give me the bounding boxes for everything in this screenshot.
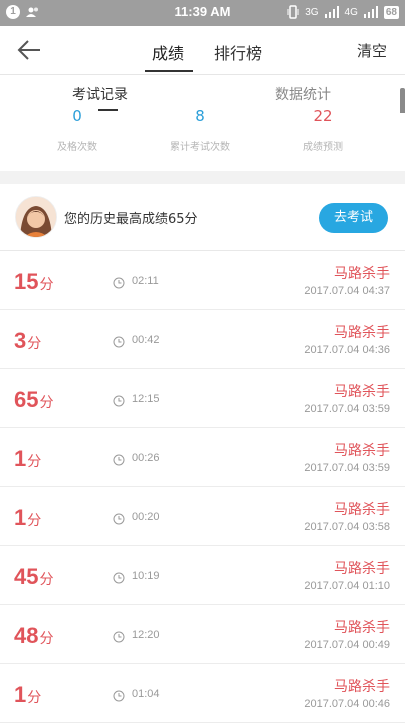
tab-exam-records[interactable]: 考试记录 <box>72 84 128 104</box>
tab-leaderboard[interactable]: 排行榜 <box>214 40 262 64</box>
clock-icon <box>113 274 125 289</box>
record-score: 1分 <box>14 446 42 471</box>
record-row[interactable]: 1分 01:04 马路杀手 2017.07.04 00:46 <box>0 664 405 723</box>
tab-data-stats[interactable]: 数据统计 <box>275 84 331 104</box>
record-duration: 02:11 <box>132 275 159 287</box>
clock-icon <box>113 628 125 643</box>
record-score: 1分 <box>14 682 42 707</box>
record-row[interactable]: 48分 12:20 马路杀手 2017.07.04 00:49 <box>0 605 405 664</box>
record-duration: 00:26 <box>132 452 160 464</box>
record-score: 65分 <box>14 387 54 412</box>
record-duration: 12:20 <box>132 629 160 641</box>
record-duration: 00:20 <box>132 511 160 523</box>
clock-icon <box>113 451 125 466</box>
record-row[interactable]: 15分 02:11 马路杀手 2017.07.04 04:37 <box>0 251 405 310</box>
record-score: 3分 <box>14 328 42 353</box>
avatar <box>15 196 57 238</box>
record-row[interactable]: 3分 00:42 马路杀手 2017.07.04 04:36 <box>0 310 405 369</box>
record-title: 马路杀手 <box>334 384 390 400</box>
record-date: 2017.07.04 00:46 <box>304 698 390 710</box>
record-title: 马路杀手 <box>334 679 390 695</box>
record-date: 2017.07.04 01:10 <box>304 580 390 592</box>
clear-button[interactable]: 清空 <box>357 40 387 61</box>
record-duration: 01:04 <box>132 688 160 700</box>
clock-icon <box>113 333 125 348</box>
record-title: 马路杀手 <box>334 325 390 341</box>
signal-label-2: 4G <box>344 6 358 18</box>
record-title: 马路杀手 <box>334 561 390 577</box>
avatar-image <box>16 197 56 237</box>
record-score: 15分 <box>14 269 54 294</box>
active-tab-indicator <box>145 70 193 72</box>
record-date: 2017.07.04 00:49 <box>304 639 390 651</box>
clock-icon <box>113 392 125 407</box>
clock-icon <box>113 510 125 525</box>
exam-record-list: 15分 02:11 马路杀手 2017.07.04 04:37 3分 00:42 马路杀手 2… <box>0 251 405 723</box>
tab-scores[interactable]: 成绩 <box>152 40 184 64</box>
record-date: 2017.07.04 03:59 <box>304 462 390 474</box>
record-duration: 00:42 <box>132 334 160 346</box>
record-score: 1分 <box>14 505 42 530</box>
vibrate-icon <box>287 5 299 19</box>
record-row[interactable]: 1分 00:20 马路杀手 2017.07.04 03:58 <box>0 487 405 546</box>
stat-score-forecast: 22 成绩预测 <box>303 107 343 154</box>
status-bar: 1 11:39 AM 3G 4G 68 <box>0 0 405 26</box>
stats-panel: 0 及格次数 8 累计考试次数 22 成绩预测 <box>0 107 405 171</box>
stat-pass-count: 0 及格次数 <box>57 107 97 154</box>
record-title: 马路杀手 <box>334 502 390 518</box>
best-score-banner: 您的历史最高成绩65分 去考试 <box>0 184 405 251</box>
record-title: 马路杀手 <box>334 443 390 459</box>
record-date: 2017.07.04 03:59 <box>304 403 390 415</box>
record-row[interactable]: 65分 12:15 马路杀手 2017.07.04 03:59 <box>0 369 405 428</box>
record-title: 马路杀手 <box>334 620 390 636</box>
best-score-text: 您的历史最高成绩65分 <box>64 212 198 227</box>
record-date: 2017.07.04 04:37 <box>304 285 390 297</box>
back-arrow-icon[interactable] <box>14 36 44 64</box>
signal-label-1: 3G <box>305 6 319 18</box>
record-duration: 12:15 <box>132 393 160 405</box>
record-score: 45分 <box>14 564 54 589</box>
record-date: 2017.07.04 04:36 <box>304 344 390 356</box>
signal-icon-2 <box>363 6 378 18</box>
record-duration: 10:19 <box>132 570 160 582</box>
signal-icon <box>324 6 339 18</box>
take-exam-button[interactable]: 去考试 <box>319 203 388 233</box>
record-score: 48分 <box>14 623 54 648</box>
clock-icon <box>113 687 125 702</box>
stat-total-exams: 8 累计考试次数 <box>170 107 230 154</box>
clock-icon <box>113 569 125 584</box>
record-date: 2017.07.04 03:58 <box>304 521 390 533</box>
record-row[interactable]: 45分 10:19 马路杀手 2017.07.04 01:10 <box>0 546 405 605</box>
record-row[interactable]: 1分 00:26 马路杀手 2017.07.04 03:59 <box>0 428 405 487</box>
record-title: 马路杀手 <box>334 266 390 282</box>
top-nav: 成绩 排行榜 清空 <box>0 26 405 75</box>
battery-icon: 68 <box>383 5 399 19</box>
